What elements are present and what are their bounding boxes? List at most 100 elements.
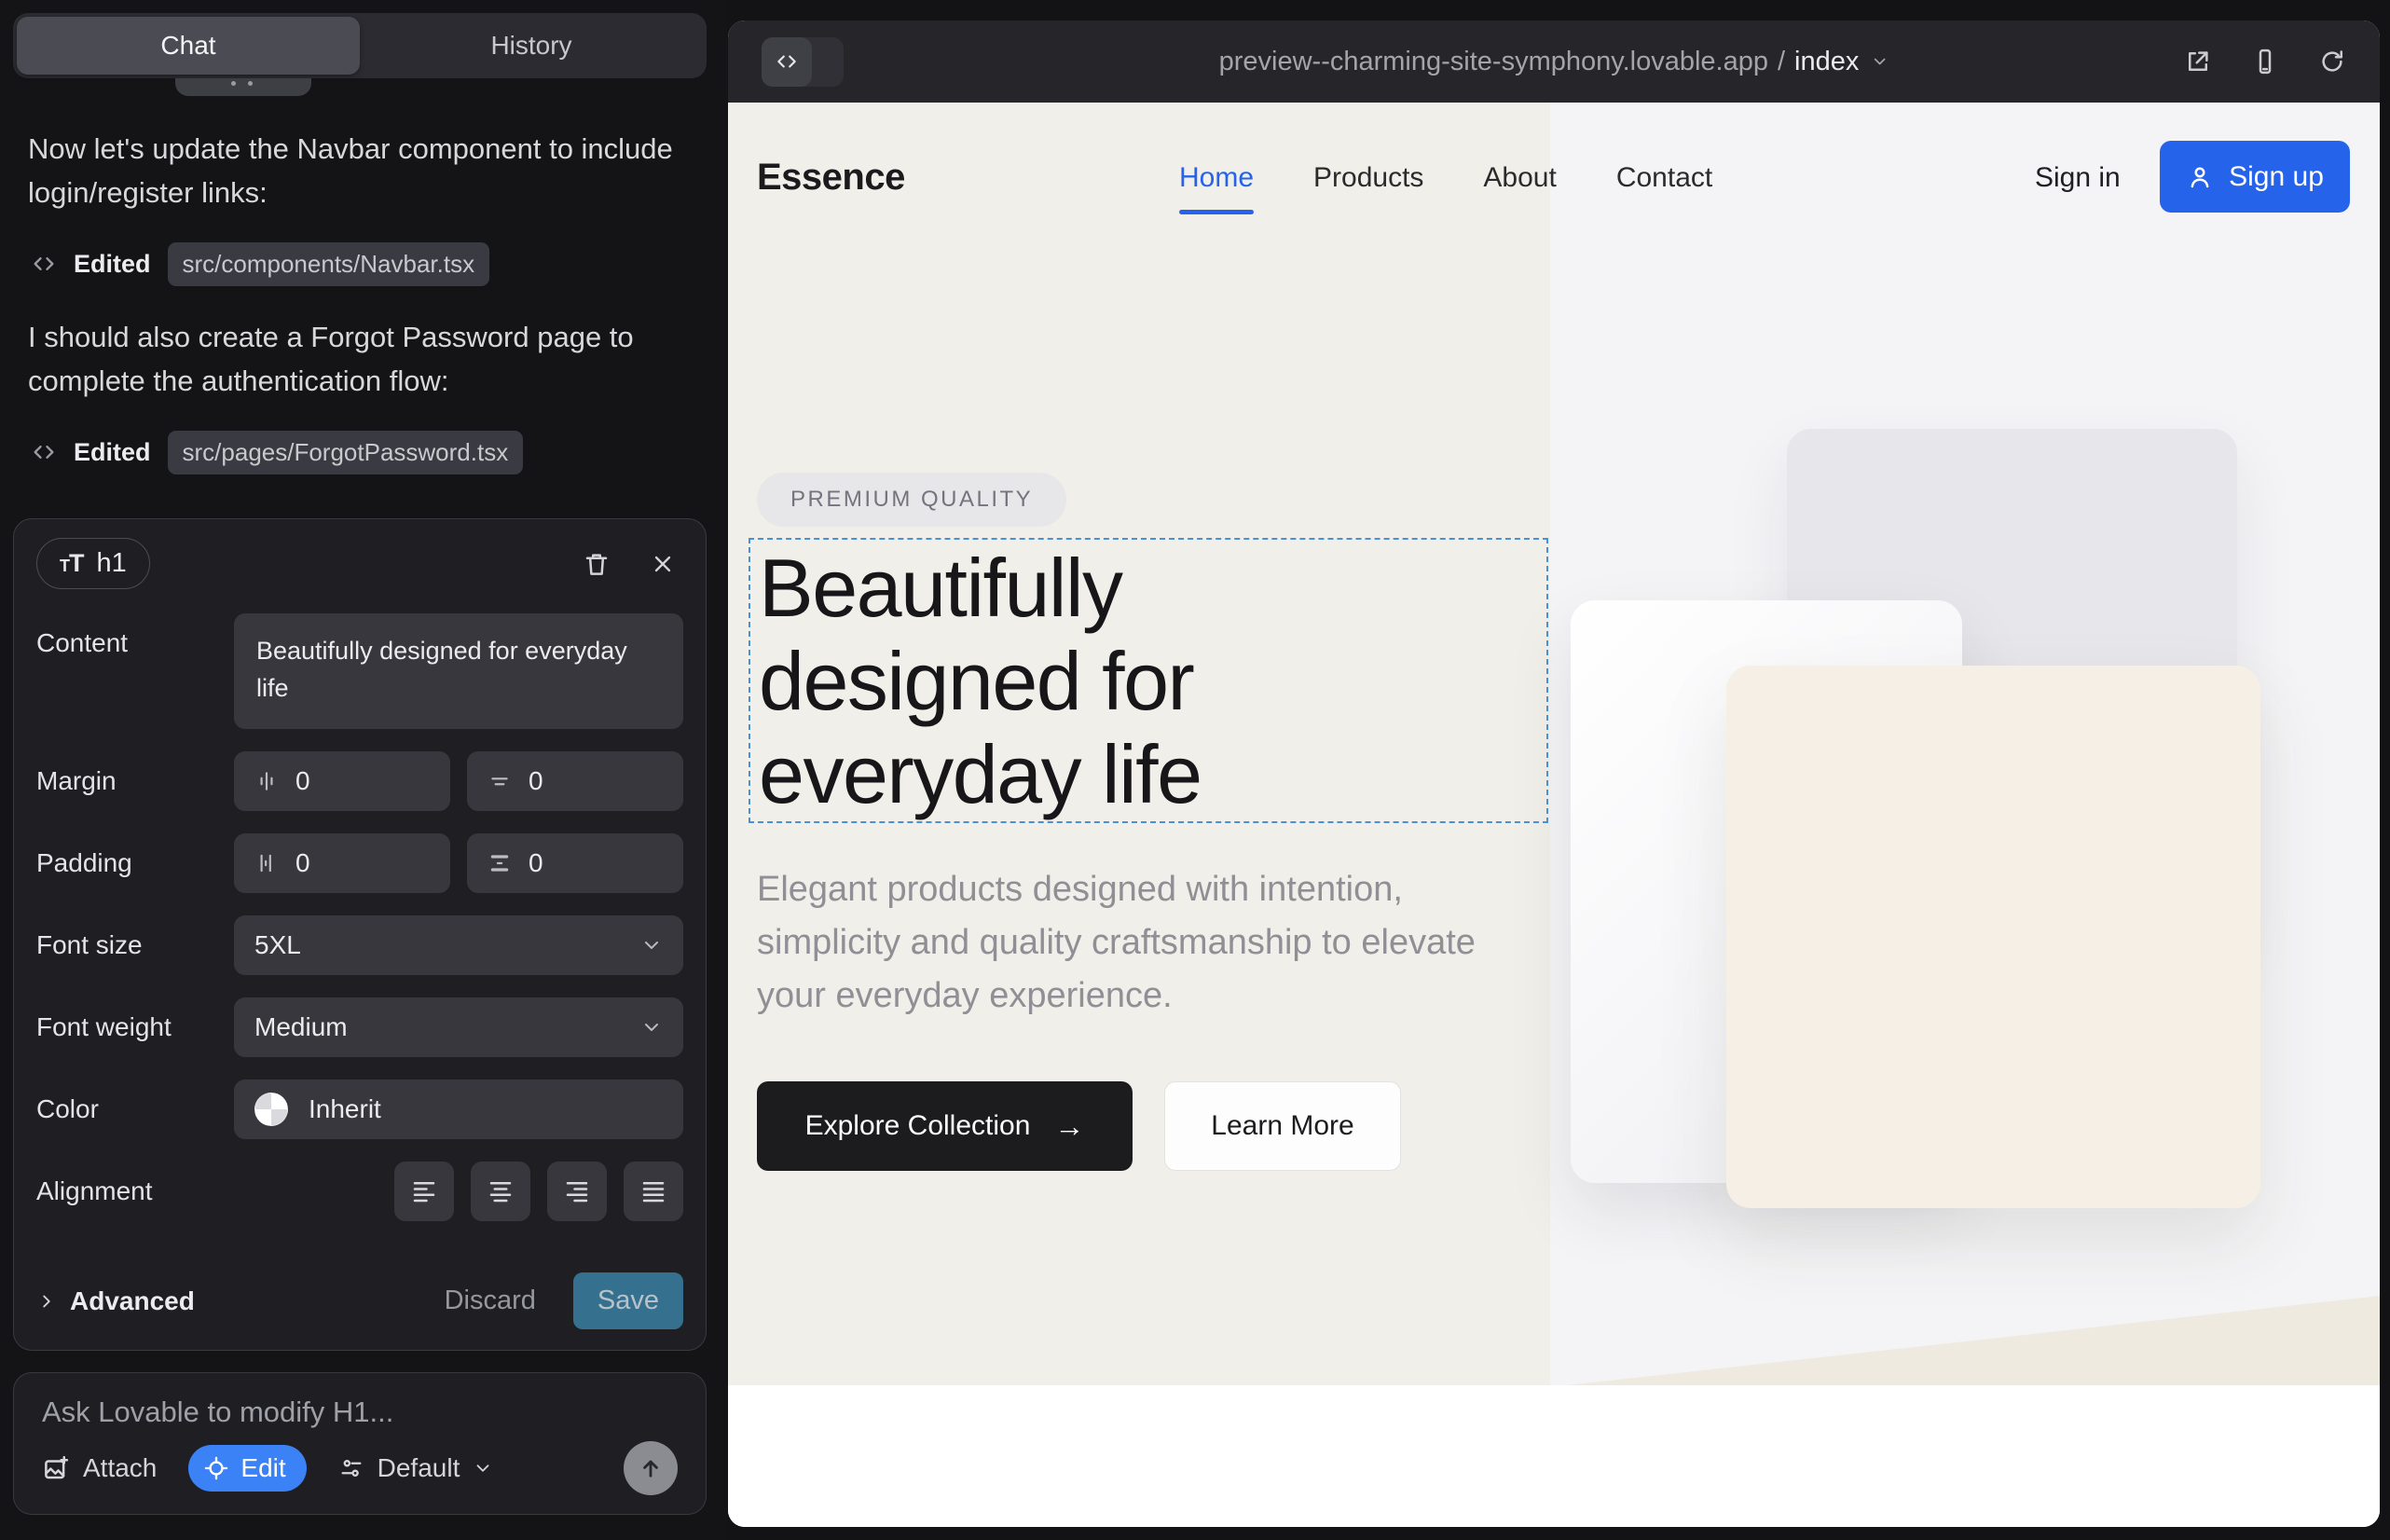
code-view-toggle[interactable] — [762, 37, 844, 87]
nav-link-about[interactable]: About — [1483, 162, 1556, 194]
explore-collection-button[interactable]: Explore Collection → — [757, 1081, 1133, 1171]
user-icon — [2186, 163, 2214, 191]
chevron-down-icon — [640, 1016, 663, 1038]
chevron-down-icon — [640, 934, 663, 956]
open-external-icon[interactable] — [2184, 48, 2212, 76]
edit-target-icon — [203, 1455, 229, 1481]
url-separator: / — [1778, 47, 1785, 77]
margin-label: Margin — [36, 766, 234, 796]
tab-history[interactable]: History — [360, 17, 703, 75]
refresh-icon[interactable] — [2318, 48, 2346, 76]
margin-y-input[interactable]: 0 — [467, 751, 683, 811]
prompt-box: Attach Edit Default — [13, 1372, 707, 1515]
mobile-view-icon[interactable] — [2251, 48, 2279, 76]
site-nav-links: Home Products About Contact — [1179, 162, 1712, 194]
chat-sidebar: Chat History Now let's update the Navbar… — [0, 0, 727, 1540]
font-weight-label: Font weight — [36, 1012, 234, 1042]
premium-quality-badge: PREMIUM QUALITY — [757, 473, 1066, 527]
padding-y-input[interactable]: 0 — [467, 833, 683, 893]
trash-icon[interactable] — [583, 550, 611, 578]
attach-image-icon — [42, 1454, 70, 1482]
code-icon — [31, 251, 57, 277]
hero-heading[interactable]: Beautifully designed for everyday life — [759, 542, 1202, 821]
padding-label: Padding — [36, 848, 234, 878]
font-weight-select[interactable]: Medium — [234, 997, 683, 1057]
close-icon[interactable] — [650, 551, 676, 577]
color-select[interactable]: Inherit — [234, 1079, 683, 1139]
alignment-label: Alignment — [36, 1176, 234, 1206]
edited-label: Edited — [74, 250, 151, 279]
clipped-chip — [175, 78, 311, 96]
h1-selection-outline[interactable]: Beautifully designed for everyday life — [749, 538, 1548, 823]
chat-message: Now let's update the Navbar component to… — [28, 127, 680, 214]
url-page: index — [1794, 47, 1859, 77]
align-left-button[interactable] — [394, 1162, 454, 1221]
hero-cta-row: Explore Collection → Learn More — [757, 1081, 1401, 1171]
margin-y-icon — [488, 769, 512, 793]
arrow-right-icon: → — [1054, 1109, 1084, 1144]
padding-x-icon — [254, 851, 279, 875]
content-label: Content — [36, 613, 234, 658]
discard-button[interactable]: Discard — [445, 1286, 536, 1316]
chevron-down-icon — [1870, 52, 1889, 71]
attach-button[interactable]: Attach — [42, 1453, 157, 1483]
align-left-icon — [410, 1177, 438, 1205]
default-mode-selector[interactable]: Default — [338, 1453, 494, 1483]
preview-window: preview--charming-site-symphony.lovable.… — [728, 21, 2380, 1527]
code-icon — [31, 439, 57, 465]
chat-message: I should also create a Forgot Password p… — [28, 315, 680, 403]
nav-link-products[interactable]: Products — [1313, 162, 1423, 194]
content-input[interactable]: Beautifully designed for everyday life — [234, 613, 683, 729]
sliders-icon — [338, 1455, 364, 1481]
decor-card-cream — [1726, 666, 2260, 1208]
send-up-arrow-icon — [638, 1455, 664, 1481]
edit-mode-button[interactable]: Edit — [188, 1445, 306, 1492]
chevron-right-icon — [36, 1291, 57, 1312]
url-bar[interactable]: preview--charming-site-symphony.lovable.… — [1219, 47, 1889, 77]
align-center-button[interactable] — [471, 1162, 530, 1221]
learn-more-button[interactable]: Learn More — [1164, 1081, 1401, 1171]
hero-paragraph: Elegant products designed with intention… — [757, 863, 1514, 1023]
element-tag: h1 — [97, 548, 127, 579]
font-size-label: Font size — [36, 930, 234, 960]
align-center-icon — [487, 1177, 515, 1205]
section-below-hero — [728, 1385, 2380, 1527]
tab-chat[interactable]: Chat — [17, 17, 360, 75]
file-path-pill[interactable]: src/pages/ForgotPassword.tsx — [168, 431, 524, 474]
margin-x-input[interactable]: 0 — [234, 751, 450, 811]
advanced-toggle[interactable]: Advanced — [36, 1286, 195, 1316]
sign-up-button[interactable]: Sign up — [2160, 141, 2350, 213]
edited-label: Edited — [74, 438, 151, 467]
site-navbar: Essence Home Products About Contact Sign… — [728, 136, 2380, 226]
sign-in-link[interactable]: Sign in — [2035, 162, 2121, 194]
padding-x-input[interactable]: 0 — [234, 833, 450, 893]
url-domain: preview--charming-site-symphony.lovable.… — [1219, 47, 1768, 77]
editor-header: TT h1 — [36, 538, 683, 589]
element-editor-panel: TT h1 Content Beautifully designed for e… — [13, 518, 707, 1351]
align-justify-icon — [639, 1177, 667, 1205]
send-button[interactable] — [624, 1441, 678, 1495]
file-path-pill[interactable]: src/components/Navbar.tsx — [168, 242, 490, 286]
chat-history-tabs: Chat History — [13, 13, 707, 78]
font-size-select[interactable]: 5XL — [234, 915, 683, 975]
color-label: Color — [36, 1094, 234, 1124]
prompt-input[interactable] — [42, 1396, 678, 1429]
nav-link-contact[interactable]: Contact — [1616, 162, 1712, 194]
align-right-icon — [563, 1177, 591, 1205]
element-chip: TT h1 — [36, 538, 150, 589]
save-button[interactable]: Save — [573, 1272, 683, 1329]
edited-file-row: Edited src/components/Navbar.tsx — [31, 241, 489, 287]
code-icon — [775, 49, 799, 74]
site-page: Essence Home Products About Contact Sign… — [728, 103, 2380, 1527]
margin-x-icon — [254, 769, 279, 793]
browser-chrome: preview--charming-site-symphony.lovable.… — [728, 21, 2380, 103]
padding-y-icon — [488, 851, 512, 875]
chevron-down-icon — [473, 1458, 493, 1478]
nav-link-home[interactable]: Home — [1179, 162, 1254, 194]
align-justify-button[interactable] — [624, 1162, 683, 1221]
color-swatch-icon — [254, 1093, 288, 1126]
edited-file-row: Edited src/pages/ForgotPassword.tsx — [31, 429, 523, 475]
align-right-button[interactable] — [547, 1162, 607, 1221]
site-logo[interactable]: Essence — [757, 157, 905, 199]
text-size-icon: TT — [60, 549, 84, 578]
